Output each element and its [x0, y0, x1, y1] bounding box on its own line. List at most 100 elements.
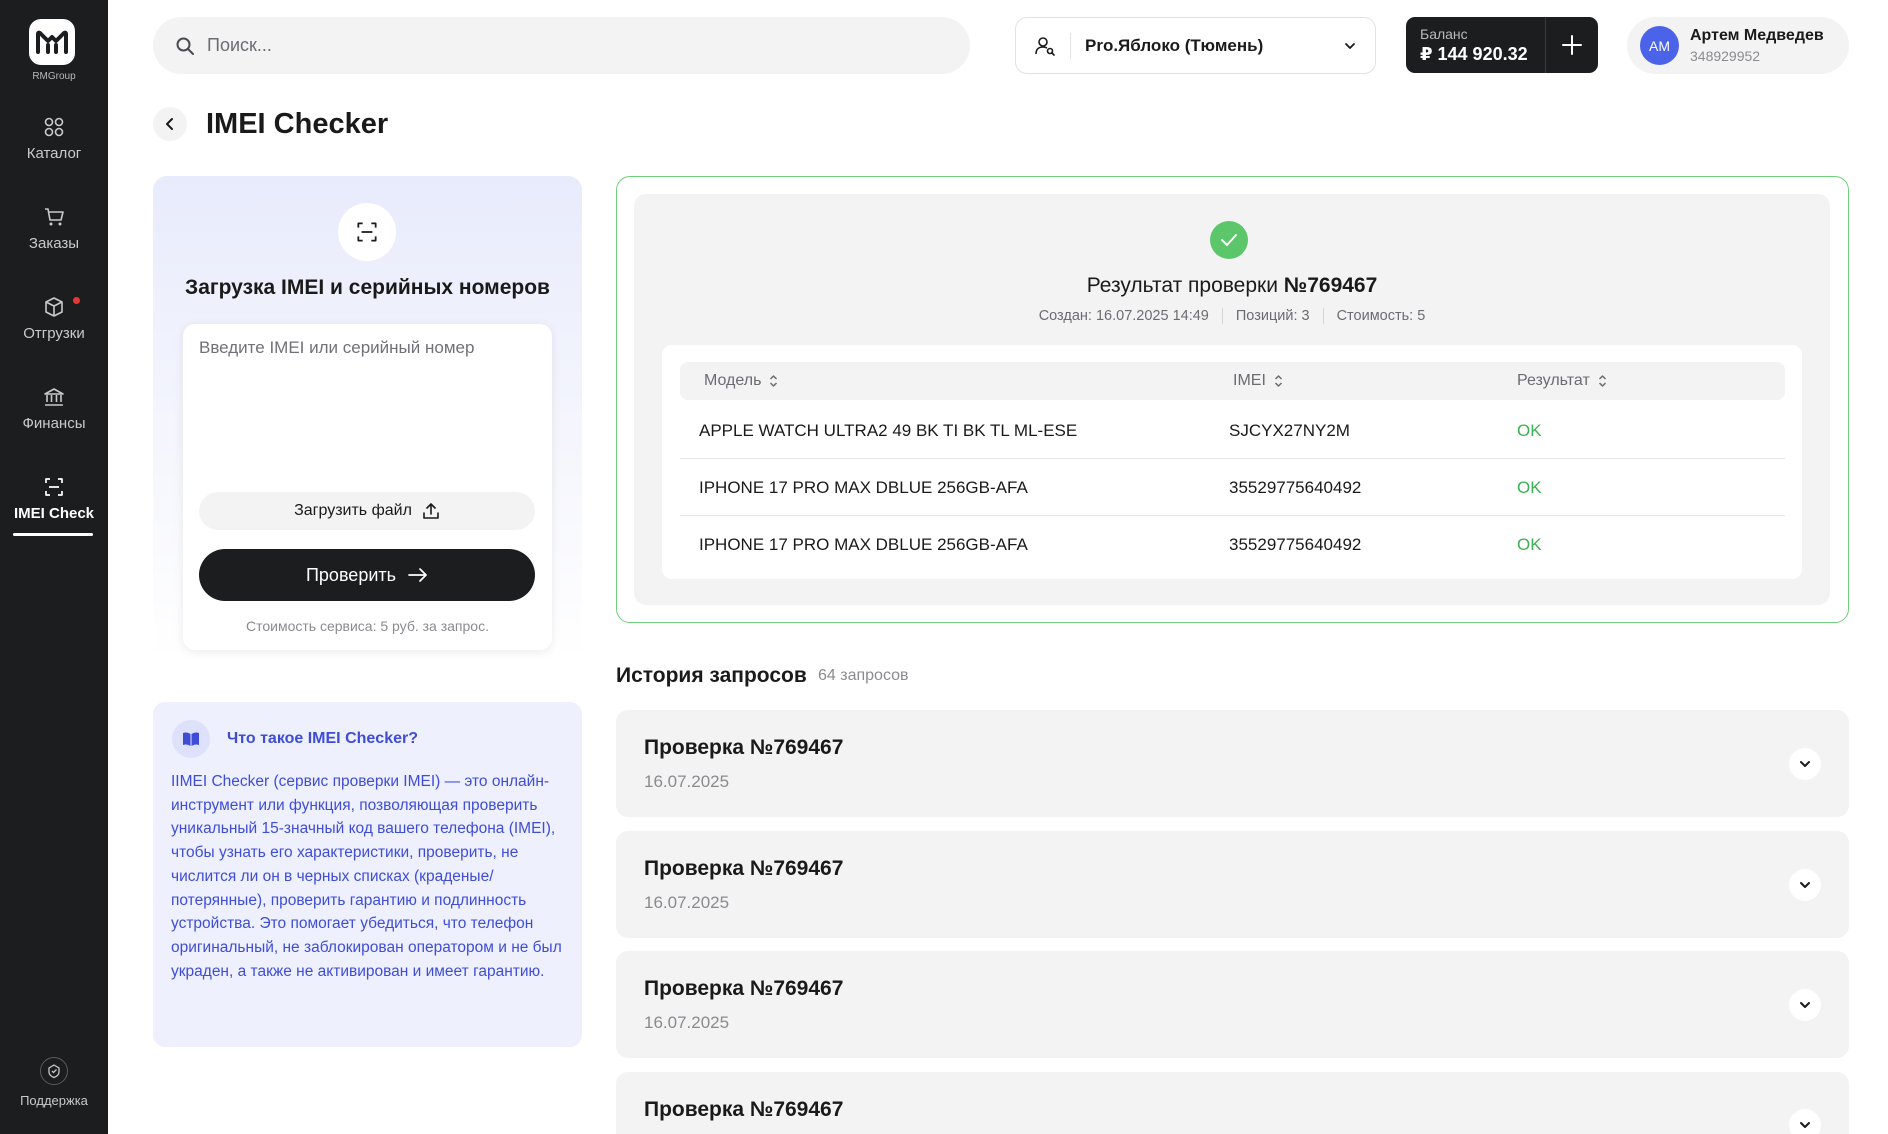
chevron-down-icon[interactable]: [1789, 1109, 1821, 1134]
book-icon: [172, 720, 210, 758]
result-title-prefix: Результат проверки: [1086, 274, 1284, 297]
cart-icon: [45, 208, 64, 226]
cell-model: IPHONE 17 PRO MAX DBLUE 256GB-AFA: [699, 535, 1028, 554]
service-cost: Стоимость сервиса: 5 руб. за запрос.: [246, 618, 489, 634]
info-box: Что такое IMEI Checker? IIMEI Checker (с…: [153, 702, 582, 1047]
cell-model: IPHONE 17 PRO MAX DBLUE 256GB-AFA: [699, 478, 1028, 497]
brand-name: RMGroup: [32, 71, 76, 82]
user-name: Артем Медведев: [1690, 27, 1824, 44]
history-item[interactable]: Проверка №769467 16.07.2025: [616, 710, 1849, 817]
store-select[interactable]: Pro.Яблоко (Тюмень): [1015, 17, 1376, 74]
table-row: IPHONE 17 PRO MAX DBLUE 256GB-AFA 355297…: [680, 517, 1785, 573]
check-button[interactable]: Проверить: [199, 549, 535, 601]
row-divider: [680, 458, 1785, 459]
logo-icon: [36, 30, 68, 54]
sidebar-item-label: Заказы: [28, 235, 80, 252]
chevron-down-icon[interactable]: [1789, 869, 1821, 901]
upload-card: Загрузить файл Проверить Стоимость серви…: [183, 324, 552, 650]
row-divider: [680, 515, 1785, 516]
history-item-title: Проверка №769467: [644, 977, 844, 1000]
cell-imei: 35529775640492: [1229, 478, 1362, 497]
box-icon: [45, 297, 63, 317]
sidebar-item-shipments[interactable]: Отгрузки: [0, 295, 108, 342]
imei-input[interactable]: [199, 338, 535, 488]
result-panel: Результат проверки №769467 Создан: 16.07…: [616, 176, 1849, 623]
arrow-right-icon: [408, 568, 427, 582]
cell-result: OK: [1517, 535, 1542, 554]
column-label: Результат: [1517, 372, 1590, 389]
logo[interactable]: [29, 19, 75, 65]
sidebar-item-catalog[interactable]: Каталог: [0, 115, 108, 162]
user-id: 348929952: [1690, 48, 1761, 64]
history-item[interactable]: Проверка №769467 16.07.2025: [616, 951, 1849, 1058]
upload-icon: [423, 503, 439, 519]
upload-title: Загрузка IMEI и серийных номеров: [185, 276, 550, 299]
upload-file-label: Загрузить файл: [294, 502, 412, 519]
sidebar-item-label: Отгрузки: [23, 325, 85, 342]
column-label: Модель: [704, 372, 762, 389]
history-item-date: 16.07.2025: [644, 772, 730, 791]
column-imei-header[interactable]: IMEI: [1233, 372, 1283, 390]
result-meta: Создан: 16.07.2025 14:49 Позиций: 3 Стои…: [634, 308, 1830, 324]
support-label: Поддержка: [20, 1093, 88, 1108]
back-button[interactable]: [153, 107, 187, 141]
table-header: Модель IMEI Результат: [680, 362, 1785, 400]
add-funds-button[interactable]: [1546, 17, 1598, 73]
balance-widget: Баланс ₽ 144 920.32: [1406, 17, 1598, 73]
history-item-date: 16.07.2025: [644, 1013, 730, 1032]
sort-icon: [1274, 375, 1282, 387]
sidebar-item-orders[interactable]: Заказы: [0, 205, 108, 252]
chevron-down-icon[interactable]: [1789, 989, 1821, 1021]
column-label: IMEI: [1233, 372, 1266, 389]
bank-icon: [44, 388, 64, 406]
page-title: IMEI Checker: [206, 108, 389, 140]
cell-imei: SJCYX27NY2M: [1229, 421, 1350, 440]
chevron-left-icon: [166, 118, 173, 130]
search-bar[interactable]: [153, 17, 970, 74]
cell-result: OK: [1517, 478, 1542, 497]
divider: [1070, 32, 1071, 59]
result-title: Результат проверки №769467: [634, 274, 1830, 298]
grid-icon: [44, 117, 64, 137]
upload-file-button[interactable]: Загрузить файл: [199, 492, 535, 530]
active-indicator: [13, 533, 93, 536]
column-result-header[interactable]: Результат: [1517, 372, 1607, 390]
search-input[interactable]: [207, 35, 907, 56]
store-name: Pro.Яблоко (Тюмень): [1085, 35, 1264, 55]
history-item-title: Проверка №769467: [644, 736, 844, 759]
support-icon: [40, 1057, 68, 1085]
sidebar-item-finance[interactable]: Финансы: [0, 385, 108, 432]
success-check-icon: [1210, 221, 1248, 259]
sort-icon: [770, 375, 778, 387]
support-link[interactable]: Поддержка: [0, 1057, 108, 1108]
scan-icon: [45, 478, 63, 496]
table-row: APPLE WATCH ULTRA2 49 BK TI BK TL ML-ESE…: [680, 403, 1785, 459]
history-item[interactable]: Проверка №769467: [616, 1072, 1849, 1134]
history-title: История запросов: [616, 664, 807, 687]
sidebar-item-imei-check[interactable]: IMEI Check: [0, 475, 108, 536]
history-item[interactable]: Проверка №769467 16.07.2025: [616, 831, 1849, 938]
table-row: IPHONE 17 PRO MAX DBLUE 256GB-AFA 355297…: [680, 460, 1785, 516]
chevron-down-icon[interactable]: [1789, 748, 1821, 780]
sidebar-item-label: IMEI Check: [13, 505, 95, 522]
info-text: IIMEI Checker (сервис проверки IMEI) — э…: [171, 773, 562, 980]
history-item-title: Проверка №769467: [644, 1098, 844, 1121]
balance-value: ₽ 144 920.32: [1420, 44, 1528, 64]
avatar: АМ: [1640, 26, 1679, 65]
sort-icon: [1598, 375, 1606, 387]
column-model-header[interactable]: Модель: [704, 372, 778, 390]
search-icon: [176, 37, 194, 55]
result-positions: Позиций: 3: [1221, 308, 1323, 324]
scan-icon: [357, 222, 377, 242]
info-title: Что такое IMEI Checker?: [227, 730, 418, 747]
plus-icon: [1562, 35, 1582, 55]
balance-label: Баланс: [1420, 26, 1468, 42]
scan-icon-circle: [338, 203, 396, 261]
history-item-date: 16.07.2025: [644, 893, 730, 912]
upload-panel: Загрузка IMEI и серийных номеров Загрузи…: [153, 176, 582, 662]
result-cost: Стоимость: 5: [1322, 308, 1439, 324]
history-item-title: Проверка №769467: [644, 857, 844, 880]
result-created: Создан: 16.07.2025 14:49: [1038, 308, 1209, 324]
user-profile[interactable]: АМ Артем Медведев 348929952: [1627, 17, 1849, 74]
result-table: Модель IMEI Результат APPLE WATCH ULTRA2…: [662, 345, 1802, 579]
